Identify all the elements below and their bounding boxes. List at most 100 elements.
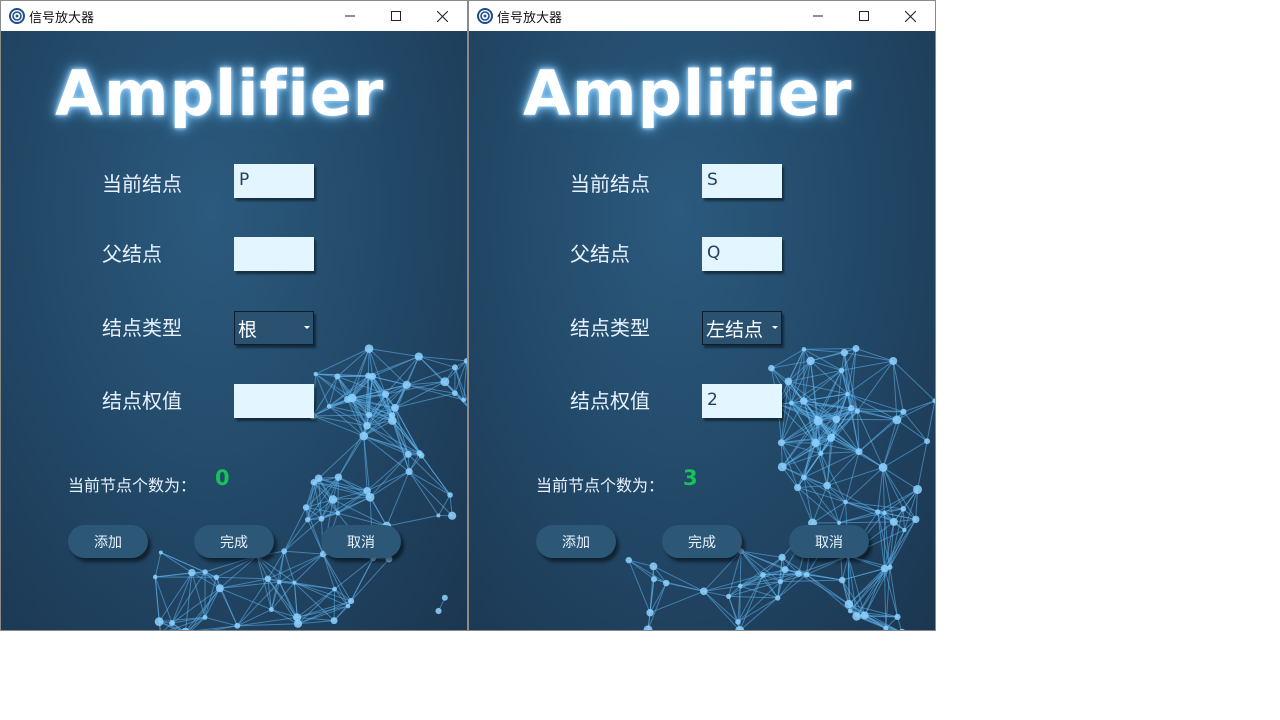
network-node	[900, 408, 907, 415]
network-node	[889, 517, 898, 526]
maximize-button[interactable]	[373, 1, 419, 31]
cancel-button[interactable]: 取消	[789, 525, 869, 558]
network-node	[845, 391, 850, 397]
network-node	[737, 583, 743, 589]
minimize-button[interactable]	[795, 1, 841, 31]
network-node	[363, 421, 371, 430]
node-count-value: 3	[683, 466, 698, 490]
maximize-button[interactable]	[841, 1, 887, 31]
network-node	[332, 586, 338, 592]
title-bar[interactable]: 信号放大器	[469, 1, 935, 31]
network-node	[152, 574, 158, 580]
parent-node-input[interactable]: Q	[702, 237, 782, 271]
network-node	[777, 439, 785, 447]
network-link	[849, 568, 885, 612]
network-node	[882, 510, 887, 516]
network-node	[359, 431, 369, 441]
network-link	[408, 471, 453, 517]
network-node	[902, 527, 907, 533]
target-icon	[9, 8, 25, 24]
network-node	[202, 614, 208, 620]
close-button[interactable]	[419, 1, 465, 31]
network-node	[889, 357, 898, 366]
network-node	[381, 390, 390, 398]
network-link	[855, 348, 894, 362]
title-bar[interactable]: 信号放大器	[1, 1, 467, 31]
network-node	[169, 620, 175, 627]
app-window-1: 信号放大器 Amplifier 当前结点 P 父结点 结点类型 根 结点权值 当…	[0, 0, 468, 631]
network-node	[293, 619, 303, 628]
network-node	[883, 625, 889, 630]
network-node	[781, 566, 789, 574]
network-link	[294, 582, 349, 607]
network-link	[337, 477, 339, 514]
app-window-2: 信号放大器 Amplifier 当前结点 S 父结点 Q 结点类型 左结点 结点…	[468, 0, 936, 631]
network-node	[268, 607, 274, 613]
node-weight-input[interactable]	[234, 384, 314, 418]
minimize-button[interactable]	[327, 1, 373, 31]
network-link	[315, 348, 370, 375]
current-node-input[interactable]: P	[234, 164, 314, 198]
close-button[interactable]	[887, 1, 933, 31]
network-link	[740, 550, 764, 576]
network-node	[801, 346, 807, 352]
network-link	[284, 550, 324, 555]
network-node	[844, 599, 854, 609]
network-node	[801, 474, 807, 481]
network-node	[793, 483, 802, 492]
network-link	[820, 451, 860, 454]
close-icon	[904, 10, 916, 22]
current-node-label: 当前结点	[570, 172, 650, 196]
node-weight-input[interactable]: 2	[702, 384, 782, 418]
target-icon	[477, 8, 493, 24]
done-button[interactable]: 完成	[662, 525, 742, 558]
network-node	[878, 463, 888, 472]
network-node	[880, 564, 889, 573]
maximize-icon	[391, 11, 401, 21]
network-link	[812, 501, 846, 524]
network-link	[267, 553, 324, 580]
add-button[interactable]: 添加	[536, 525, 616, 558]
network-link	[408, 471, 439, 516]
network-node	[924, 438, 931, 445]
network-node	[775, 595, 781, 601]
network-node	[435, 607, 442, 615]
dropdown-arrow-icon	[772, 326, 778, 329]
node-type-label: 结点类型	[570, 316, 650, 340]
network-link	[322, 553, 349, 607]
network-node	[735, 619, 741, 625]
network-node	[328, 495, 338, 504]
network-link	[283, 507, 307, 552]
network-node	[330, 617, 338, 625]
network-node	[827, 434, 835, 442]
network-link	[653, 565, 705, 592]
node-type-select[interactable]: 左结点	[702, 311, 782, 345]
add-button[interactable]: 添加	[68, 525, 148, 558]
network-link	[884, 529, 905, 569]
network-node	[440, 377, 450, 387]
node-type-select[interactable]: 根	[234, 311, 314, 345]
network-link	[926, 400, 935, 442]
current-node-input[interactable]: S	[702, 164, 782, 198]
network-node	[795, 570, 802, 577]
network-link	[216, 576, 268, 580]
network-node	[326, 403, 332, 409]
network-node	[369, 372, 377, 380]
network-node	[344, 395, 352, 403]
network-node	[806, 356, 815, 366]
node-type-selected: 左结点	[706, 319, 764, 341]
network-node	[854, 408, 861, 414]
network-link	[160, 552, 193, 574]
network-link	[386, 514, 439, 527]
parent-node-input[interactable]	[234, 237, 314, 271]
done-button[interactable]: 完成	[194, 525, 274, 558]
network-node	[843, 499, 848, 505]
node-type-label: 结点类型	[102, 316, 182, 340]
network-node	[277, 579, 282, 585]
network-link	[394, 392, 455, 409]
network-node	[364, 344, 374, 353]
minimize-icon	[345, 15, 355, 17]
cancel-button[interactable]: 取消	[321, 525, 401, 558]
network-node	[451, 390, 458, 397]
parent-node-label: 父结点	[570, 242, 630, 266]
